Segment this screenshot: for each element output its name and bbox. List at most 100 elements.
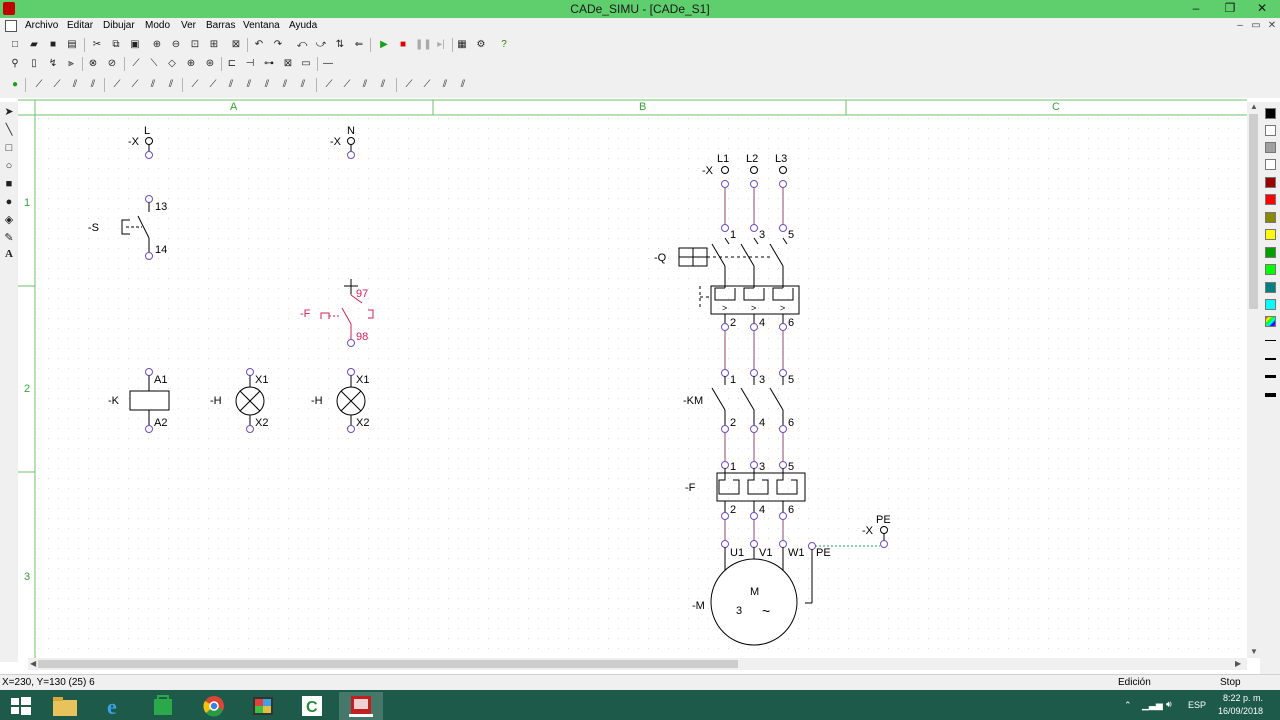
menu-editar[interactable]: Editar: [67, 20, 93, 31]
mdi-close-button[interactable]: ✕: [1265, 20, 1279, 32]
color-swatch-cyan[interactable]: [1265, 299, 1276, 310]
color-swatch-white[interactable]: [1265, 125, 1276, 136]
contact-4-icon[interactable]: ⫽: [86, 78, 100, 91]
line-width-3-icon[interactable]: [1265, 375, 1276, 378]
menu-archivo[interactable]: Archivo: [25, 20, 58, 31]
rectangle-tool-icon[interactable]: □: [3, 142, 15, 154]
restore-button[interactable]: ❐: [1218, 0, 1242, 18]
motor-dc-icon[interactable]: ⊕: [184, 57, 198, 70]
clock-date[interactable]: 16/09/2018: [1218, 706, 1263, 716]
text-tool-icon[interactable]: A: [3, 248, 15, 260]
paste-icon[interactable]: ▣: [128, 38, 142, 51]
menu-dibujar[interactable]: Dibujar: [103, 20, 135, 31]
simulate-play-icon[interactable]: ▶: [377, 38, 391, 51]
simulate-step-icon[interactable]: ▸|: [434, 38, 448, 51]
contact-9-icon[interactable]: ⟋: [188, 78, 202, 91]
color-swatch-teal[interactable]: [1265, 282, 1276, 293]
zoom-all-icon[interactable]: ⊞: [207, 38, 221, 51]
help-icon[interactable]: ?: [497, 38, 511, 51]
scroll-left-icon[interactable]: ◀: [30, 659, 36, 668]
start-button[interactable]: [0, 692, 44, 720]
taskbar-internet-explorer[interactable]: e: [93, 692, 137, 720]
input-language[interactable]: ESP: [1188, 700, 1206, 710]
taskbar-file-explorer[interactable]: [43, 692, 87, 720]
simulate-stop-icon[interactable]: ■: [396, 38, 410, 51]
settings-icon[interactable]: ⚙: [474, 38, 488, 51]
contact-3-icon[interactable]: ⫽: [68, 78, 82, 91]
taskbar-chrome[interactable]: [192, 692, 236, 720]
contact-1-icon[interactable]: ⟋: [32, 78, 46, 91]
contact-10-icon[interactable]: ⟋: [206, 78, 220, 91]
capacitor-icon[interactable]: ⊠: [281, 57, 295, 70]
horizontal-scroll-thumb[interactable]: [38, 660, 738, 668]
pen-tool-icon[interactable]: ✎: [3, 232, 15, 244]
zoom-in-icon[interactable]: ⊕: [150, 38, 164, 51]
mdi-minimize-button[interactable]: –: [1233, 20, 1247, 32]
line-width-4-icon[interactable]: [1265, 393, 1276, 397]
line-width-2-icon[interactable]: [1265, 358, 1276, 360]
contact-15-icon[interactable]: ⫽: [296, 78, 310, 91]
contact-11-icon[interactable]: ⫽: [224, 78, 238, 91]
color-swatch-olive[interactable]: [1265, 212, 1276, 223]
clock-time[interactable]: 8:22 p. m.: [1223, 693, 1263, 703]
copy-icon[interactable]: ⧉: [109, 38, 123, 51]
contact-14-icon[interactable]: ⫽: [278, 78, 292, 91]
mdi-restore-button[interactable]: ▭: [1249, 20, 1263, 32]
contact-nc-icon[interactable]: ⟍: [147, 57, 161, 70]
minimize-button[interactable]: –: [1184, 0, 1208, 18]
motor-star-icon[interactable]: ⊛: [203, 57, 217, 70]
contact-8-icon[interactable]: ⫽: [164, 78, 178, 91]
color-swatch-yellow[interactable]: [1265, 229, 1276, 240]
inductor-icon[interactable]: ⊶: [262, 57, 276, 70]
contact-7-icon[interactable]: ⫽: [146, 78, 160, 91]
vertical-scroll-thumb[interactable]: [1249, 114, 1258, 309]
taskbar-cadesimu[interactable]: [339, 692, 383, 720]
color-swatch-black[interactable]: [1265, 108, 1276, 119]
new-file-icon[interactable]: □: [8, 38, 22, 51]
scroll-right-icon[interactable]: ▶: [1235, 659, 1241, 668]
scroll-up-icon[interactable]: ▲: [1250, 102, 1258, 111]
contact-13-icon[interactable]: ⫽: [260, 78, 274, 91]
motor-protector-icon[interactable]: ⊗: [86, 57, 100, 70]
rotate-left-icon[interactable]: ⤺: [295, 38, 309, 51]
document-icon[interactable]: [5, 20, 17, 32]
zoom-window-icon[interactable]: ⊡: [188, 38, 202, 51]
contact-23-icon[interactable]: ⫽: [456, 78, 470, 91]
resistor-icon[interactable]: ⊣: [243, 57, 257, 70]
wire-icon[interactable]: —: [321, 57, 335, 70]
save-icon[interactable]: ■: [46, 38, 60, 51]
color-swatch-green[interactable]: [1265, 247, 1276, 258]
contact-22-icon[interactable]: ⫽: [438, 78, 452, 91]
sheet-frame-icon[interactable]: ▦: [455, 38, 469, 51]
contact-21-icon[interactable]: ⟋: [420, 78, 434, 91]
color-swatch-dark-red[interactable]: [1265, 177, 1276, 188]
custom-color-icon[interactable]: [1265, 316, 1276, 327]
contact-17-icon[interactable]: ⟋: [340, 78, 354, 91]
taskbar-app-colorful[interactable]: [241, 692, 285, 720]
color-swatch-red[interactable]: [1265, 194, 1276, 205]
contact-16-icon[interactable]: ⟋: [322, 78, 336, 91]
print-icon[interactable]: ▤: [65, 38, 79, 51]
power-dot-icon[interactable]: ●: [8, 78, 22, 91]
contact-20-icon[interactable]: ⟋: [402, 78, 416, 91]
open-folder-icon[interactable]: ▰: [27, 38, 41, 51]
redo-icon[interactable]: ↷: [271, 38, 285, 51]
zoom-fit-icon[interactable]: ⊠: [229, 38, 243, 51]
volume-icon[interactable]: 🔊︎: [1166, 699, 1172, 710]
rotate-right-icon[interactable]: ⤻: [314, 38, 328, 51]
contact-2-icon[interactable]: ⟋: [50, 78, 64, 91]
taskbar-store[interactable]: [142, 692, 186, 720]
fuse-icon[interactable]: ▯: [27, 57, 41, 70]
color-swatch-lime[interactable]: [1265, 264, 1276, 275]
scroll-down-icon[interactable]: ▼: [1250, 647, 1258, 656]
menu-barras[interactable]: Barras: [206, 20, 235, 31]
transformer-icon[interactable]: ⊏: [225, 57, 239, 70]
network-icon[interactable]: ▁▃▅: [1142, 700, 1163, 711]
zoom-out-icon[interactable]: ⊖: [169, 38, 183, 51]
contactor-icon[interactable]: ⊘: [105, 57, 119, 70]
color-swatch-gray[interactable]: [1265, 142, 1276, 153]
contact-19-icon[interactable]: ⫽: [376, 78, 390, 91]
breaker-3p-icon[interactable]: ⫸: [64, 57, 78, 70]
menu-ver[interactable]: Ver: [181, 20, 196, 31]
terminal-icon[interactable]: ⚲: [8, 57, 22, 70]
